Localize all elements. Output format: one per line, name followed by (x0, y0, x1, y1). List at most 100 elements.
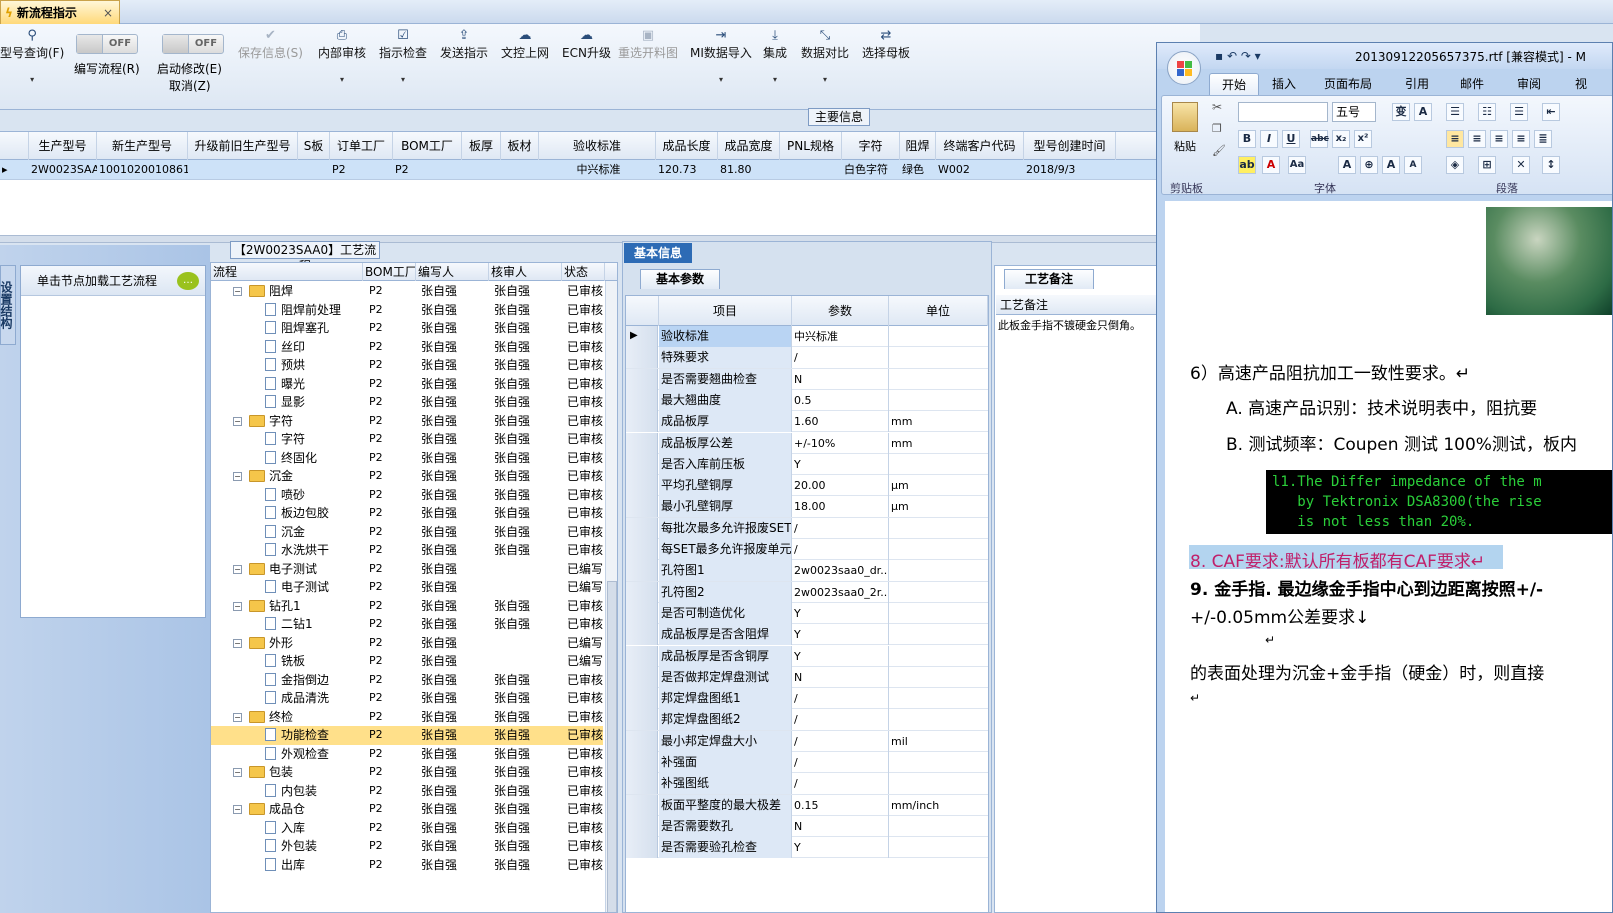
tree-row[interactable]: 成品清洗 P2 张自强 张自强 已审核 (211, 689, 603, 708)
table-row[interactable]: ▸ 2W0023SAA0 10010200108614 P2 P2 中兴标准 1… (0, 160, 1158, 180)
tree-row[interactable]: − 字符 P2 张自强 张自强 已审核 (211, 412, 603, 431)
param-row[interactable]: 邦定焊盘图纸2/ (626, 709, 988, 731)
column-header[interactable]: 板材 (501, 132, 539, 160)
tree-row[interactable]: 预烘 P2 张自强 张自强 已审核 (211, 356, 603, 375)
column-header[interactable]: 成品宽度 (718, 132, 780, 160)
tree-node[interactable]: 板边包胶 (265, 504, 361, 522)
param-row[interactable]: 特殊要求 / (626, 347, 988, 369)
change-case-icon[interactable]: Aa (1288, 156, 1306, 174)
superscript-icon[interactable]: x² (1354, 130, 1372, 148)
param-row[interactable]: 最小邦定焊盘大小 / mil (626, 730, 988, 752)
tree-node[interactable]: 曝光 (265, 375, 361, 393)
param-value[interactable]: 0.5 (792, 389, 889, 411)
tree-row[interactable]: 水洗烘干 P2 张自强 张自强 已审核 (211, 541, 603, 560)
collapse-icon[interactable]: − (233, 564, 242, 574)
table-cell[interactable] (462, 160, 501, 180)
param-value[interactable]: Y (792, 624, 889, 646)
param-value[interactable]: 18.00 (792, 496, 889, 518)
font-family-select[interactable] (1238, 102, 1328, 122)
param-row[interactable]: 板面平整度的最大极差 0.15 mm/inch (626, 794, 988, 816)
tree-row[interactable]: 阻焊前处理 P2 张自强 张自强 已审核 (211, 301, 603, 320)
param-row[interactable]: 成品板厚公差 +/-10% mm (626, 432, 988, 454)
collapse-icon[interactable]: − (233, 768, 242, 777)
numbering-icon[interactable]: ☷ (1478, 103, 1496, 121)
integrate-button[interactable]: ⤓ 集成 ▾ (763, 28, 787, 84)
tree-row[interactable]: 板边包胶 P2 张自强 张自强 已审核 (211, 504, 603, 523)
tab-insert[interactable]: 插入 (1272, 75, 1296, 92)
param-row[interactable]: 每批次最多允许报废SET / (626, 517, 988, 539)
tree-row[interactable]: − 外形 P2 张自强 已编写 (211, 634, 603, 653)
grow-font-icon[interactable]: A (1382, 156, 1400, 174)
param-value[interactable]: 0.15 (792, 794, 889, 816)
tree-node[interactable]: 阻焊塞孔 (265, 319, 361, 337)
param-value[interactable]: N (792, 666, 889, 688)
char-border-icon[interactable]: A (1414, 103, 1432, 121)
table-cell[interactable]: P2 (393, 160, 462, 180)
subscript-icon[interactable]: x₂ (1332, 130, 1350, 148)
cut-icon[interactable]: ✂ (1212, 100, 1222, 114)
doc-control-online-button[interactable]: ☁ 文控上网 (501, 28, 549, 61)
tree-node[interactable]: 喷砂 (265, 486, 361, 504)
param-row[interactable]: ▶ 验收标准 中兴标准 (626, 326, 988, 348)
param-value[interactable]: Y (792, 602, 889, 624)
tree-node[interactable]: 外观检查 (265, 745, 361, 763)
instruction-check-button[interactable]: ☑ 指示检查 ▾ (379, 28, 427, 84)
param-row[interactable]: 是否需要数孔 N (626, 815, 988, 838)
tree-node[interactable]: 成品清洗 (265, 689, 361, 707)
table-cell[interactable] (501, 160, 539, 180)
office-button-icon[interactable] (1167, 51, 1201, 85)
bullets-icon[interactable]: ☰ (1446, 103, 1464, 121)
param-value[interactable]: / (792, 752, 889, 773)
table-cell[interactable]: 81.80 (718, 160, 780, 180)
param-row[interactable]: 平均孔壁铜厚 20.00 μm (626, 475, 988, 497)
tree-row[interactable]: − 终检 P2 张自强 张自强 已审核 (211, 708, 603, 727)
param-row[interactable]: 每SET最多允许报废单元 / (626, 539, 988, 561)
table-cell[interactable]: 10010200108614 (97, 160, 188, 180)
font-color-icon[interactable]: A (1262, 156, 1280, 174)
shading-icon[interactable]: ◈ (1446, 156, 1464, 174)
tree-node[interactable]: 内包装 (265, 782, 361, 800)
data-compare-button[interactable]: ⤡ 数据对比 ▾ (801, 28, 849, 84)
param-value[interactable]: N (792, 815, 889, 837)
mi-import-button[interactable]: ⇥ MI数据导入 ▾ (690, 28, 752, 84)
param-row[interactable]: 是否可制造优化 Y (626, 602, 988, 625)
column-header[interactable]: 阻焊 (900, 132, 936, 160)
tree-node[interactable]: 入库 (265, 819, 361, 837)
word-document-page[interactable]: 6）高速产品阻抗加工一致性要求。↵ A. 高速产品识别：技术说明表中，阻抗要 B… (1165, 201, 1612, 912)
column-header[interactable]: 参数 (792, 296, 889, 326)
param-row[interactable]: 孔符图1 2w0023saa0_dr... (626, 560, 988, 582)
column-header[interactable]: 终端客户代码 (936, 132, 1024, 160)
column-header[interactable]: 成品长度 (656, 132, 718, 160)
tree-row[interactable]: − 沉金 P2 张自强 张自强 已审核 (211, 467, 603, 486)
chevron-down-icon[interactable]: ▾ (318, 75, 366, 84)
tree-row[interactable]: 内包装 P2 张自强 张自强 已审核 (211, 782, 603, 801)
param-value[interactable]: +/-10% (792, 432, 889, 454)
param-value[interactable]: Y (792, 837, 889, 859)
collapse-icon[interactable]: − (233, 287, 242, 296)
tree-node[interactable]: 外包装 (265, 837, 361, 855)
column-header[interactable]: 编写人 (416, 263, 489, 281)
tree-row[interactable]: 入库 P2 张自强 张自强 已审核 (211, 819, 603, 838)
chinese-layout-icon[interactable]: ✕ (1512, 156, 1530, 174)
font-size-select[interactable]: 五号 (1332, 102, 1376, 122)
tree-node[interactable]: 字符 (249, 412, 361, 430)
param-row[interactable]: 孔符图2 2w0023saa0_2r... (626, 581, 988, 603)
param-value[interactable]: 2w0023saa0_2r... (792, 581, 889, 603)
tree-row[interactable]: − 电子测试 P2 张自强 已编写 (211, 560, 603, 579)
structure-side-tab[interactable]: 设置结构 (0, 265, 16, 345)
param-row[interactable]: 最小孔壁铜厚 18.00 μm (626, 496, 988, 518)
column-header[interactable]: BOM工厂 (393, 132, 462, 160)
param-value[interactable]: / (792, 773, 889, 795)
reselect-cutting-button[interactable]: ▣ 重选开料图 (618, 28, 678, 61)
tree-node[interactable]: 阻焊 (249, 282, 361, 300)
cancel-label[interactable]: 取消(Z) (169, 77, 211, 94)
tree-node[interactable]: 电子测试 (249, 560, 361, 578)
underline-icon[interactable]: U (1282, 130, 1300, 148)
param-value[interactable]: Y (792, 645, 889, 667)
table-cell[interactable]: 120.73 (656, 160, 718, 180)
chevron-down-icon[interactable]: ▾ (690, 75, 752, 84)
justify-icon[interactable]: ≡ (1512, 130, 1530, 148)
italic-icon[interactable]: I (1260, 130, 1278, 148)
close-icon[interactable]: × (103, 6, 113, 20)
model-query-button[interactable]: ⚲ 型号查询(F) ▾ (0, 28, 64, 84)
